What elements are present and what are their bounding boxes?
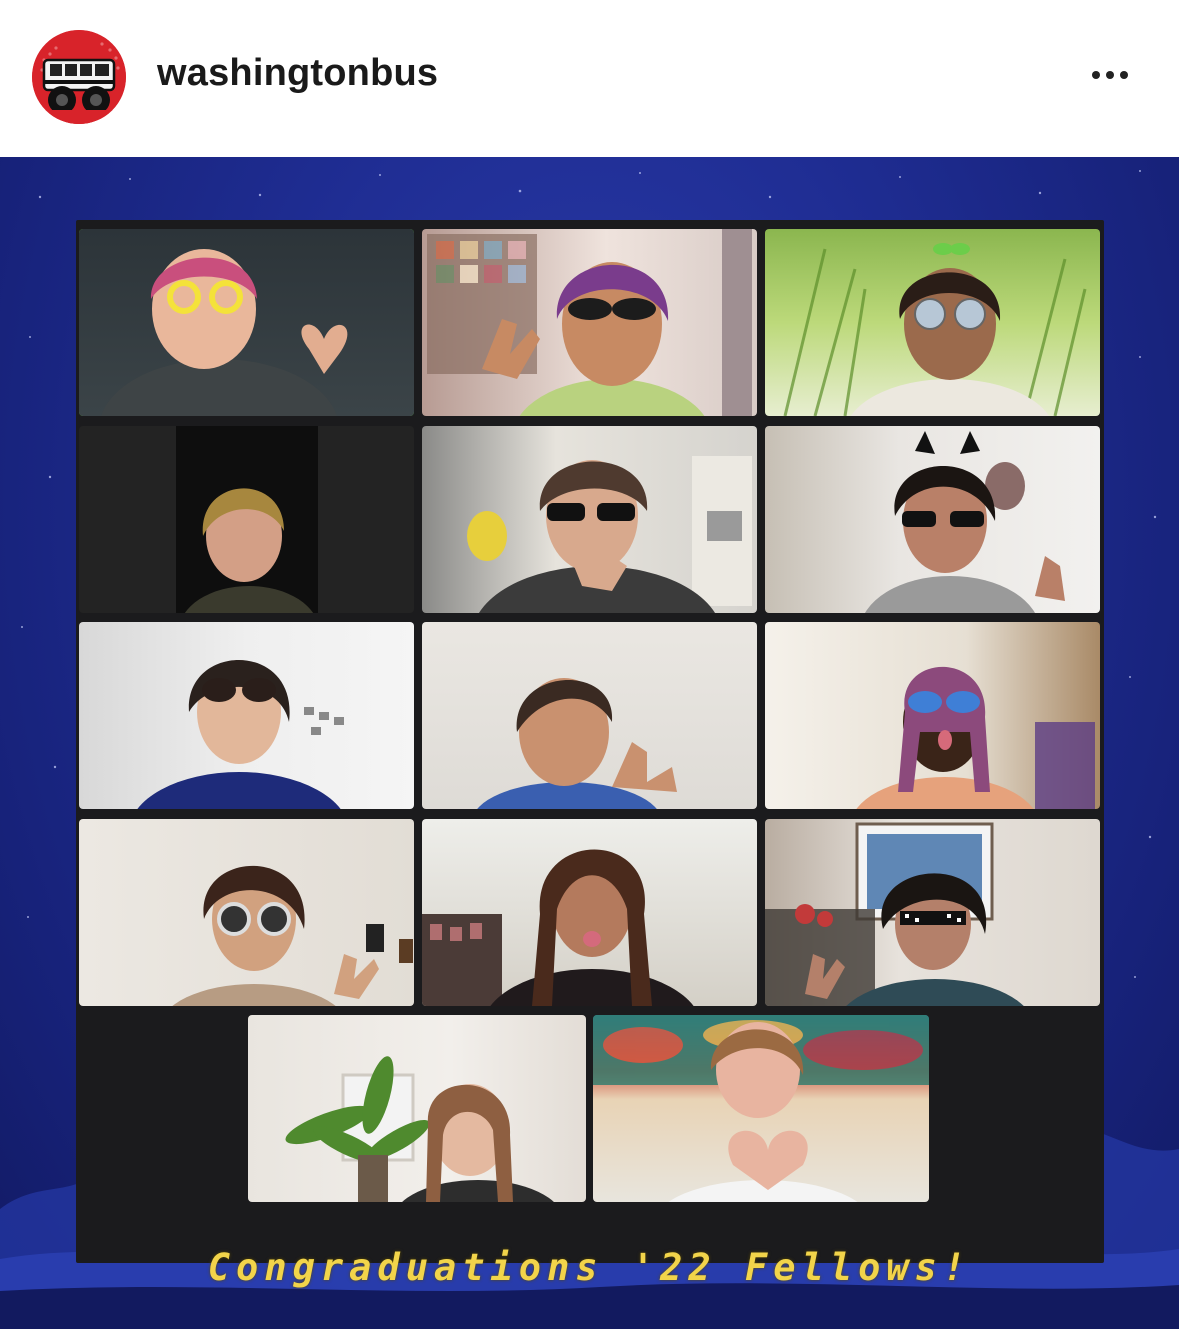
- participant-video: [422, 849, 694, 1006]
- participant-tile[interactable]: [593, 1015, 929, 1202]
- participant-video: [427, 229, 752, 416]
- more-options-icon: [1092, 71, 1100, 79]
- participant-video: [176, 426, 318, 613]
- participant-video: [783, 243, 1087, 416]
- participant-tile[interactable]: [422, 229, 757, 416]
- participant-tile[interactable]: [79, 426, 414, 613]
- participant-tile[interactable]: [422, 819, 757, 1006]
- profile-avatar[interactable]: [32, 30, 126, 124]
- post-image[interactable]: Congraduations '22 Fellows!: [0, 157, 1179, 1329]
- participant-video: [137, 659, 344, 809]
- participant-video: [856, 666, 1095, 809]
- participant-video: [467, 456, 752, 613]
- participant-video: [593, 1015, 929, 1202]
- more-options-icon: [1120, 71, 1128, 79]
- username[interactable]: washingtonbus: [157, 52, 438, 95]
- participant-tile[interactable]: [765, 229, 1100, 416]
- more-options-button[interactable]: [1080, 58, 1140, 92]
- participant-tile[interactable]: [422, 622, 757, 809]
- participant-video: [285, 1056, 554, 1202]
- participant-tile[interactable]: [765, 819, 1100, 1006]
- participant-video: [172, 865, 413, 1006]
- participant-video: [101, 249, 348, 416]
- participant-video: [864, 431, 1065, 613]
- congratulations-caption: Congraduations '22 Fellows!: [207, 1246, 972, 1289]
- post-header: washingtonbus: [0, 0, 1179, 157]
- participant-tile[interactable]: [248, 1015, 586, 1202]
- more-options-icon: [1106, 71, 1114, 79]
- bus-logo-icon: [32, 30, 126, 124]
- participant-video: [765, 822, 1024, 1006]
- participant-tile[interactable]: [765, 426, 1100, 613]
- participant-tile[interactable]: [79, 819, 414, 1006]
- participant-tile[interactable]: [765, 622, 1100, 809]
- participant-tile[interactable]: [79, 622, 414, 809]
- participant-tile[interactable]: [79, 229, 414, 416]
- participant-video: [477, 678, 677, 809]
- video-grid: [76, 220, 1104, 1263]
- participant-tile[interactable]: [422, 426, 757, 613]
